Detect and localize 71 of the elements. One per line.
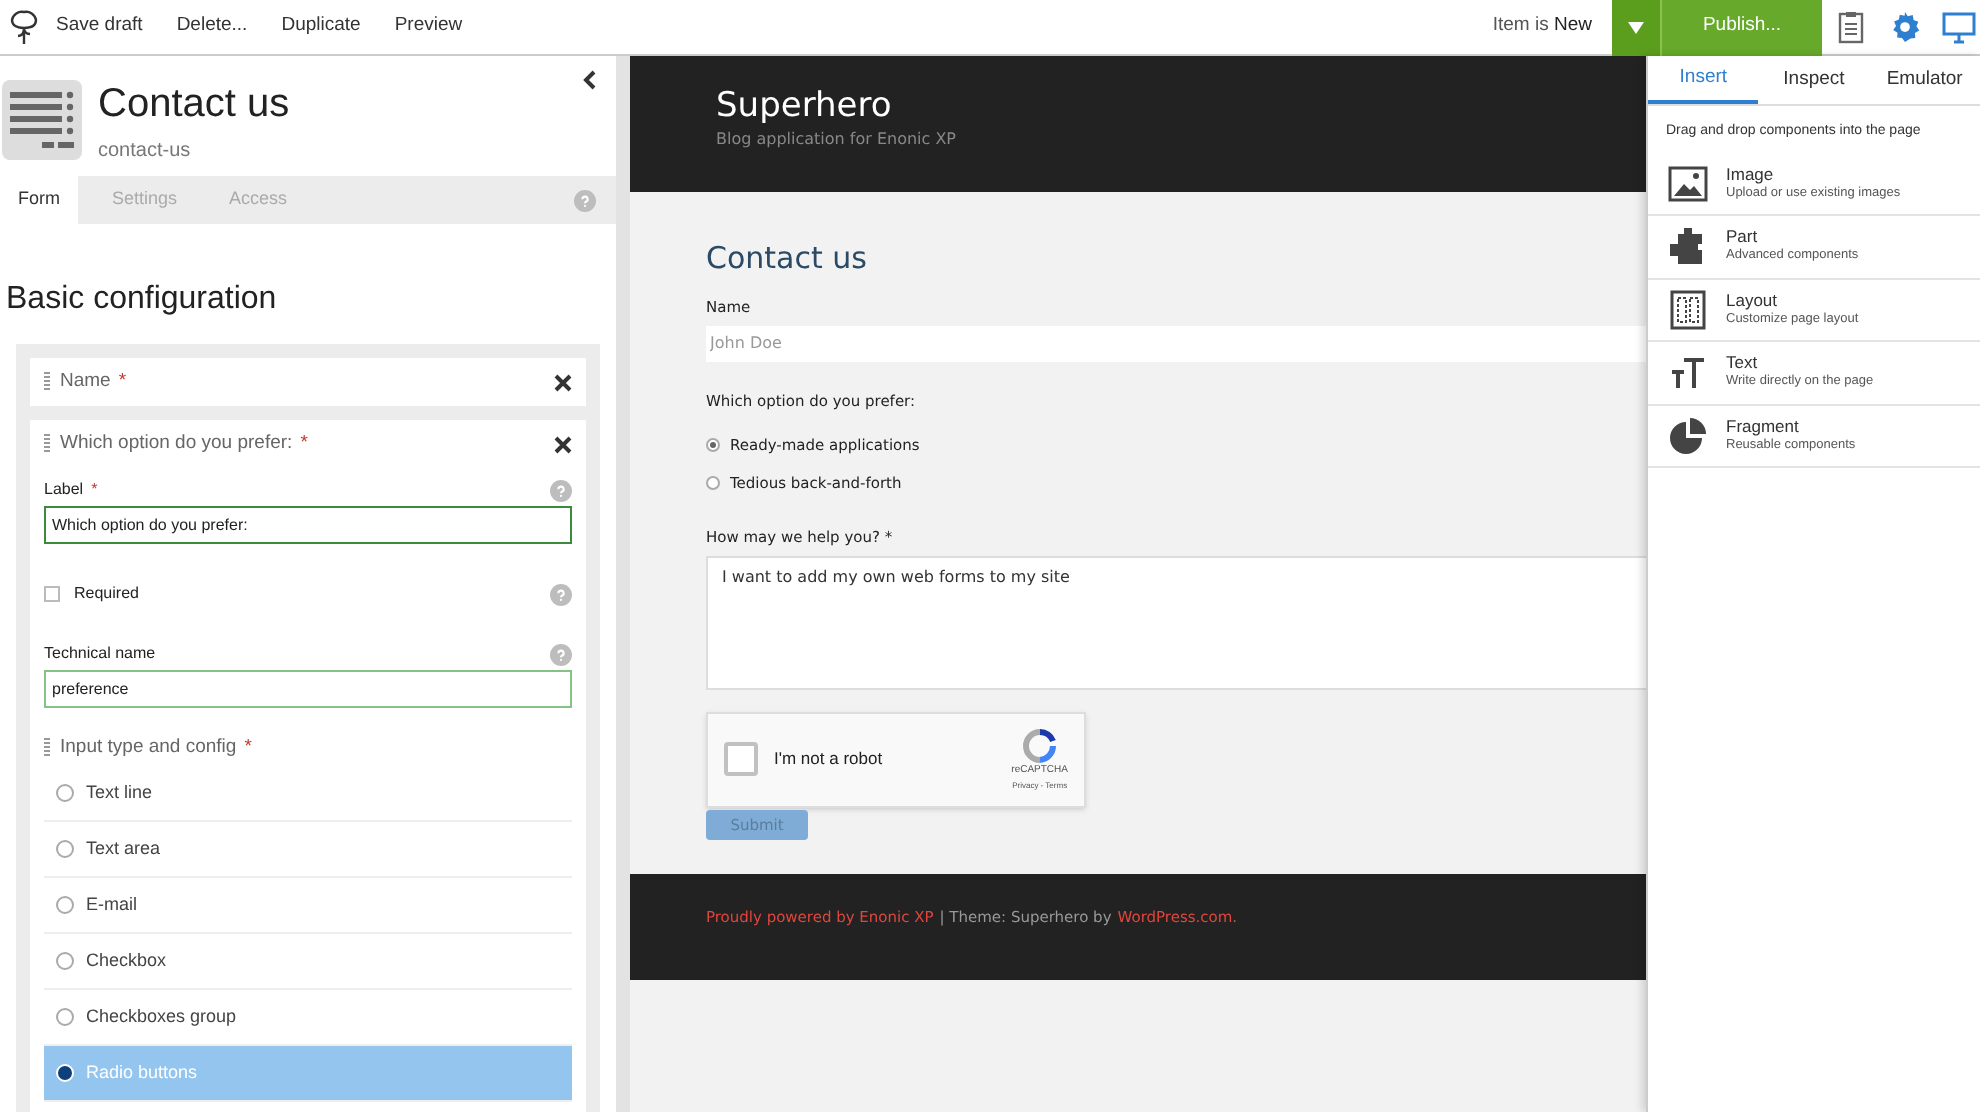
form-icon [2,80,82,160]
drag-handle-icon[interactable] [44,372,50,392]
input-type-option[interactable]: Text area [44,822,572,878]
form-title: Contact us [706,238,869,280]
drag-handle-icon[interactable] [44,434,50,454]
required-mark: * [300,431,308,454]
captcha-checkbox[interactable] [724,742,758,777]
input-type-option[interactable]: Checkbox [44,934,572,990]
required-checkbox[interactable] [44,586,60,602]
close-icon[interactable] [554,373,572,391]
form-item-title: Name * [60,367,127,396]
input-type-option[interactable]: Text line [44,766,572,822]
label-input-field[interactable]: Which option do you prefer: [44,506,572,544]
drag-handle-icon[interactable] [44,738,50,758]
publish-menu-button[interactable] [1612,0,1662,55]
settings-icon[interactable] [1890,12,1920,42]
toolbar-action[interactable]: Duplicate [281,12,361,42]
captcha-label: I'm not a robot [774,746,883,773]
toolbar-action[interactable]: Delete... [176,12,248,42]
required-mark: * [244,735,252,758]
section-title: Basic configuration [6,280,279,320]
panel-tab[interactable]: Inspect [1758,56,1870,104]
component-title: Fragment [1726,415,1801,436]
radio-button[interactable] [706,476,720,491]
technical-name-field[interactable]: preference [44,670,572,708]
radio-icon [56,1008,74,1026]
checkbox-label: Required [74,582,139,606]
item-status: Item is New [1492,12,1592,41]
input-type-title: Input type and config * [60,733,252,762]
toolbar-action[interactable]: Save draft [56,12,143,42]
layout-icon [1670,289,1706,330]
help-icon[interactable] [574,189,596,211]
required-mark: * [91,480,98,498]
component-title: Part [1726,226,1760,247]
clipboard-icon[interactable] [1838,10,1864,44]
collapse-chevron-icon[interactable] [582,70,596,90]
site-tagline: Blog application for Enonic XP [716,128,958,152]
puzzle-icon [1668,226,1708,267]
recaptcha-logo-icon [1021,728,1058,764]
radio-icon [56,784,74,802]
image-icon [1668,165,1708,202]
component-title: Image [1726,163,1776,184]
tree-logo-icon[interactable] [8,9,40,45]
help-icon[interactable] [550,643,572,665]
help-icon[interactable] [550,583,572,605]
radio-icon [56,840,74,858]
field-label: Technical name [44,642,156,666]
monitor-icon[interactable] [1942,11,1976,43]
panel-tab[interactable]: Insert [1648,56,1759,104]
component-title: Text [1726,352,1760,373]
radio-button[interactable] [706,438,720,453]
caret-icon [1628,21,1644,33]
form-item-title: Which option do you prefer: * [60,429,308,458]
site-title: Superhero [716,84,894,128]
input-type-option[interactable]: E-mail [44,878,572,934]
required-mark: * [118,369,127,392]
close-icon[interactable] [554,435,572,453]
radio-icon [56,896,74,914]
message-textarea[interactable]: I want to add my own web forms to my site [706,555,1646,690]
component-title: Layout [1726,289,1780,310]
toolbar-action[interactable]: Preview [394,12,463,42]
form-tab[interactable]: Form [0,176,78,224]
help-icon[interactable] [550,479,572,501]
radio-icon [56,1064,74,1082]
text-size-icon [1670,354,1706,391]
content-path: contact-us [98,138,193,166]
pie-chart-icon [1670,417,1706,454]
content-title: Contact us [98,80,290,128]
field-label: Label * [44,478,98,502]
radio-icon [56,952,74,970]
panel-tab[interactable]: Emulator [1869,56,1980,104]
